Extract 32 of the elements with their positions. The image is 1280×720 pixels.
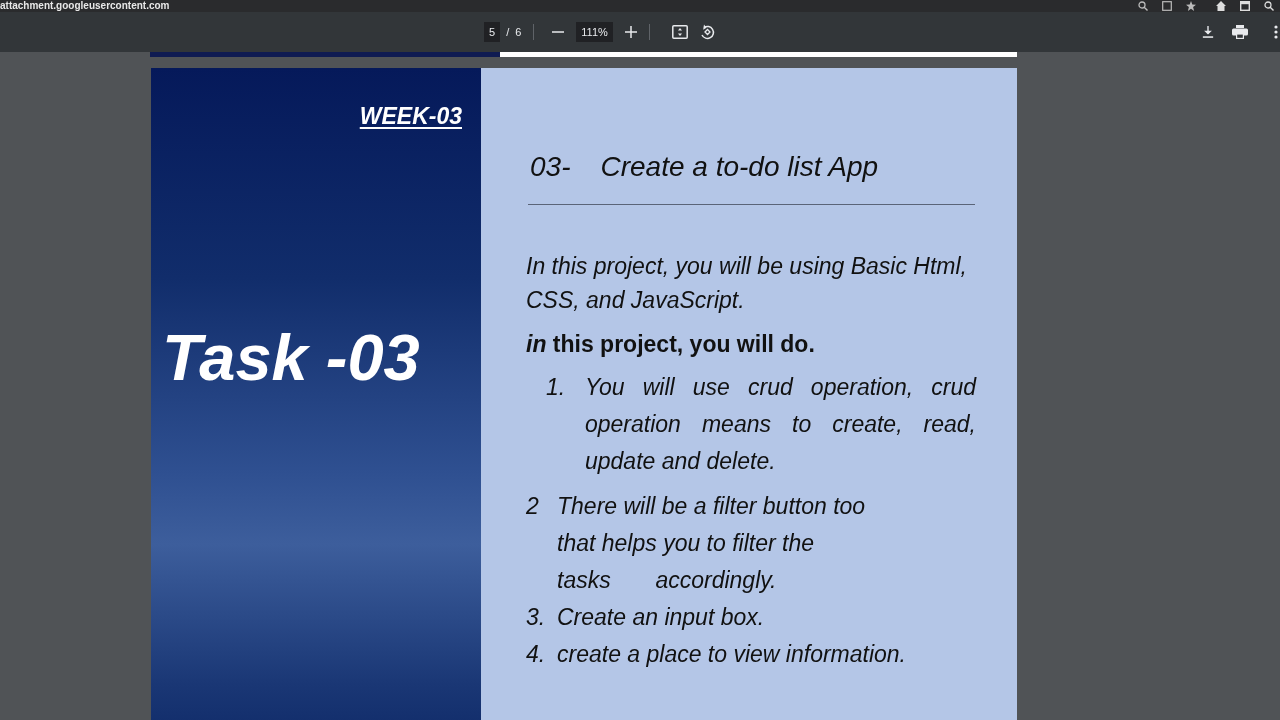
list-number: 4. — [526, 640, 547, 669]
search-icon[interactable] — [1138, 1, 1148, 11]
url-text: attachment.googleusercontent.com — [0, 0, 170, 12]
list-number: 1. — [546, 373, 567, 402]
print-icon[interactable] — [1232, 25, 1248, 39]
list-number: 3. — [526, 603, 547, 632]
tab-icon[interactable] — [1162, 1, 1172, 11]
intro-paragraph: In this project, you will be using Basic Html, CSS, and JavaScript. — [526, 252, 968, 315]
list-item-text: There will be a filter button too that helps you to filter the tasks accordingly. — [557, 492, 866, 595]
list-item-text: Create an input box. — [557, 603, 765, 632]
section-title: Create a to-do list App — [600, 151, 879, 183]
zoom-field[interactable]: 111% — [576, 22, 613, 42]
search-icon[interactable] — [1264, 1, 1274, 11]
fit-page-icon[interactable] — [671, 25, 688, 39]
task-title: Task -03 — [162, 323, 420, 393]
page-number-field[interactable]: 5 — [484, 22, 501, 42]
section-number: 03- — [530, 151, 571, 183]
page-count: 6 — [515, 26, 522, 38]
list-item-text: You will use crud operation, crud operation means to create, read, update and delete. — [585, 373, 976, 476]
list-item-text: create a place to view information. — [557, 640, 906, 669]
week-label: WEEK-03 — [359, 102, 462, 131]
home-icon[interactable] — [1216, 1, 1226, 11]
window-icon[interactable] — [1240, 1, 1250, 11]
plus-icon[interactable] — [624, 26, 637, 38]
more-icon[interactable] — [1274, 25, 1278, 39]
page-separator: / — [506, 26, 510, 38]
list-number: 2 — [526, 492, 540, 521]
download-icon[interactable] — [1202, 26, 1214, 38]
address-bar[interactable]: attachment.googleusercontent.com — [0, 0, 1280, 12]
star-icon[interactable] — [1186, 1, 1196, 11]
list-heading: in this project, you will do. — [526, 330, 816, 359]
rotate-icon[interactable] — [698, 24, 715, 40]
